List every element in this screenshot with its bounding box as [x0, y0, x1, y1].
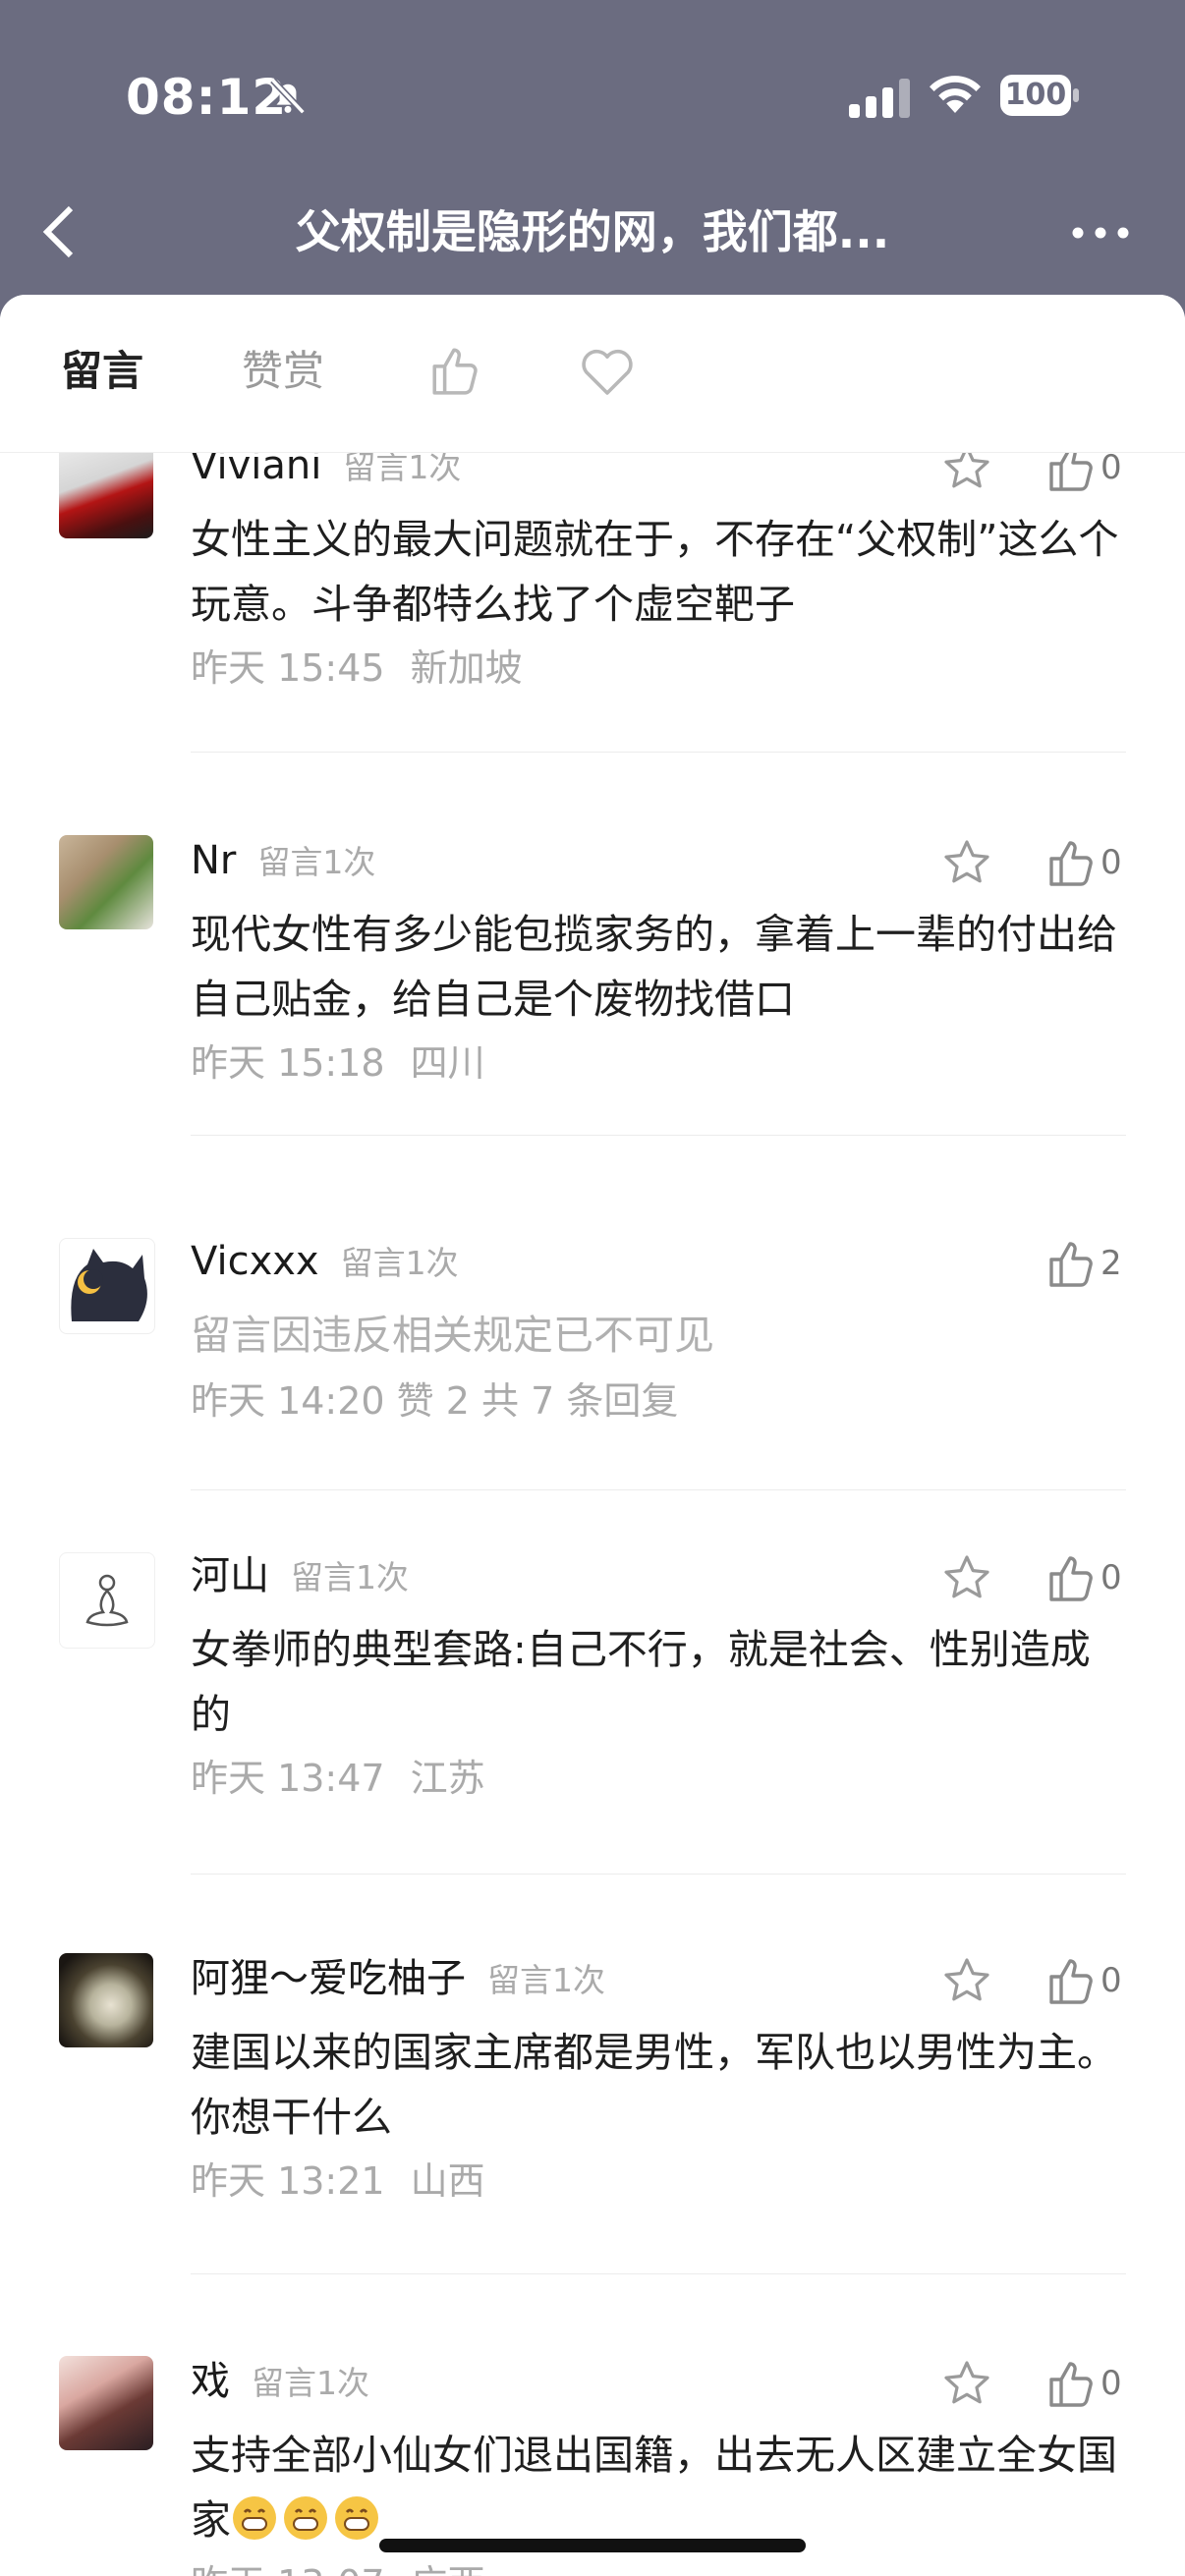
star-icon[interactable] — [941, 1552, 992, 1603]
tab-favorites-heart-icon[interactable] — [580, 348, 635, 397]
divider — [191, 752, 1126, 753]
like-count: 2 — [1100, 1244, 1122, 1283]
like-thumb-icon[interactable] — [1045, 837, 1097, 888]
tab-likes-thumb-icon[interactable] — [428, 344, 481, 397]
like-count: 0 — [1100, 1558, 1122, 1597]
comment-meta: 昨天 13:21 山西 — [191, 2159, 485, 2203]
comment-meta[interactable]: 昨天 14:20 赞 2 共 7 条回复 — [191, 1373, 678, 1428]
divider — [191, 1135, 1126, 1136]
like-thumb-icon[interactable] — [1045, 2358, 1097, 2409]
avatar-cat-image — [71, 1249, 147, 1321]
status-bar: 08:12 100 — [0, 0, 1185, 187]
like-thumb-icon[interactable] — [1045, 452, 1097, 493]
avatar[interactable] — [59, 452, 153, 538]
grin-emoji-icon — [284, 2496, 327, 2540]
comment-text: 建国以来的国家主席都是男性，军队也以男性为主。你想干什么 — [191, 2029, 1117, 2141]
comment-text: 女拳师的典型套路:自己不行，就是社会、性别造成的 — [191, 1626, 1091, 1738]
comment-text: 现代女性有多少能包揽家务的，拿着上一辈的付出给自己贴金，给自己是个废物找借口 — [191, 911, 1117, 1023]
comment-text: 女性主义的最大问题就在于，不存在“父权制”这么个玩意。斗争都特么找了个虚空靶子 — [191, 516, 1119, 628]
avatar[interactable] — [59, 1238, 155, 1334]
like-count: 0 — [1100, 1961, 1122, 2000]
comment-meta: 昨天 15:45 新加坡 — [191, 646, 523, 690]
like-count: 0 — [1100, 452, 1122, 487]
tab-reward[interactable]: 赞赏 — [242, 342, 324, 401]
commenter-name[interactable]: 戏留言1次 — [191, 2354, 369, 2411]
like-thumb-icon[interactable] — [1045, 1238, 1097, 1289]
divider — [191, 2273, 1126, 2274]
star-icon[interactable] — [941, 452, 992, 493]
star-icon[interactable] — [941, 1955, 992, 2006]
commenter-name[interactable]: 阿狸～爱吃柚子 留言1次 — [191, 1951, 605, 2008]
comment-meta: 昨天 15:18 四川 — [191, 1041, 485, 1085]
divider — [191, 1489, 1126, 1490]
grin-emoji-icon — [335, 2496, 378, 2540]
comment-list: Viviani 留言1次 0 女性主义的最大问题就在于，不存在“父权制”这么个玩意… — [0, 452, 1185, 2576]
tab-comments[interactable]: 留言 — [61, 342, 143, 401]
comment-meta: 昨天 13:07广西 — [191, 2556, 485, 2576]
more-options-icon[interactable] — [1071, 226, 1130, 240]
star-icon[interactable] — [941, 2358, 992, 2409]
like-count: 0 — [1100, 2364, 1122, 2403]
comment-text-hidden: 留言因违反相关规定已不可见 — [191, 1312, 714, 1359]
divider — [191, 1874, 1126, 1875]
like-thumb-icon[interactable] — [1045, 1955, 1097, 2006]
avatar-meditation-image — [85, 1574, 129, 1627]
commenter-name[interactable]: 河山 留言1次 — [191, 1548, 409, 1605]
bell-muted-icon — [270, 78, 306, 115]
status-time: 08:12 — [126, 69, 288, 126]
like-thumb-icon[interactable] — [1045, 1552, 1097, 1603]
like-count: 0 — [1100, 843, 1122, 882]
battery-level: 100 — [1004, 78, 1067, 112]
avatar[interactable] — [59, 835, 153, 929]
avatar[interactable] — [59, 1552, 155, 1649]
back-icon[interactable] — [39, 204, 79, 259]
commenter-name[interactable]: Nr 留言1次 — [191, 833, 375, 890]
comments-sheet: 留言 赞赏 Viviani 留言1次 0 女性主义的最大问题就在于，不存在“父权制… — [0, 295, 1185, 2576]
page-title: 父权制是隐形的网，我们都... — [295, 205, 890, 258]
wifi-icon — [930, 76, 981, 113]
home-indicator[interactable] — [379, 2539, 806, 2552]
commenter-name[interactable]: Vicxxx 留言1次 — [191, 1234, 459, 1291]
comment-text: 支持全部小仙女们退出国籍，出去无人区建立全女国家 — [191, 2432, 1117, 2544]
grin-emoji-icon — [233, 2496, 276, 2540]
commenter-name[interactable]: Viviani 留言1次 — [191, 452, 461, 495]
star-icon[interactable] — [941, 837, 992, 888]
comment-meta: 昨天 13:47 江苏 — [191, 1757, 485, 1800]
avatar[interactable] — [59, 2356, 153, 2450]
cellular-signal-icon — [849, 79, 910, 118]
avatar[interactable] — [59, 1953, 153, 2047]
tab-bar: 留言 赞赏 — [0, 295, 1185, 453]
